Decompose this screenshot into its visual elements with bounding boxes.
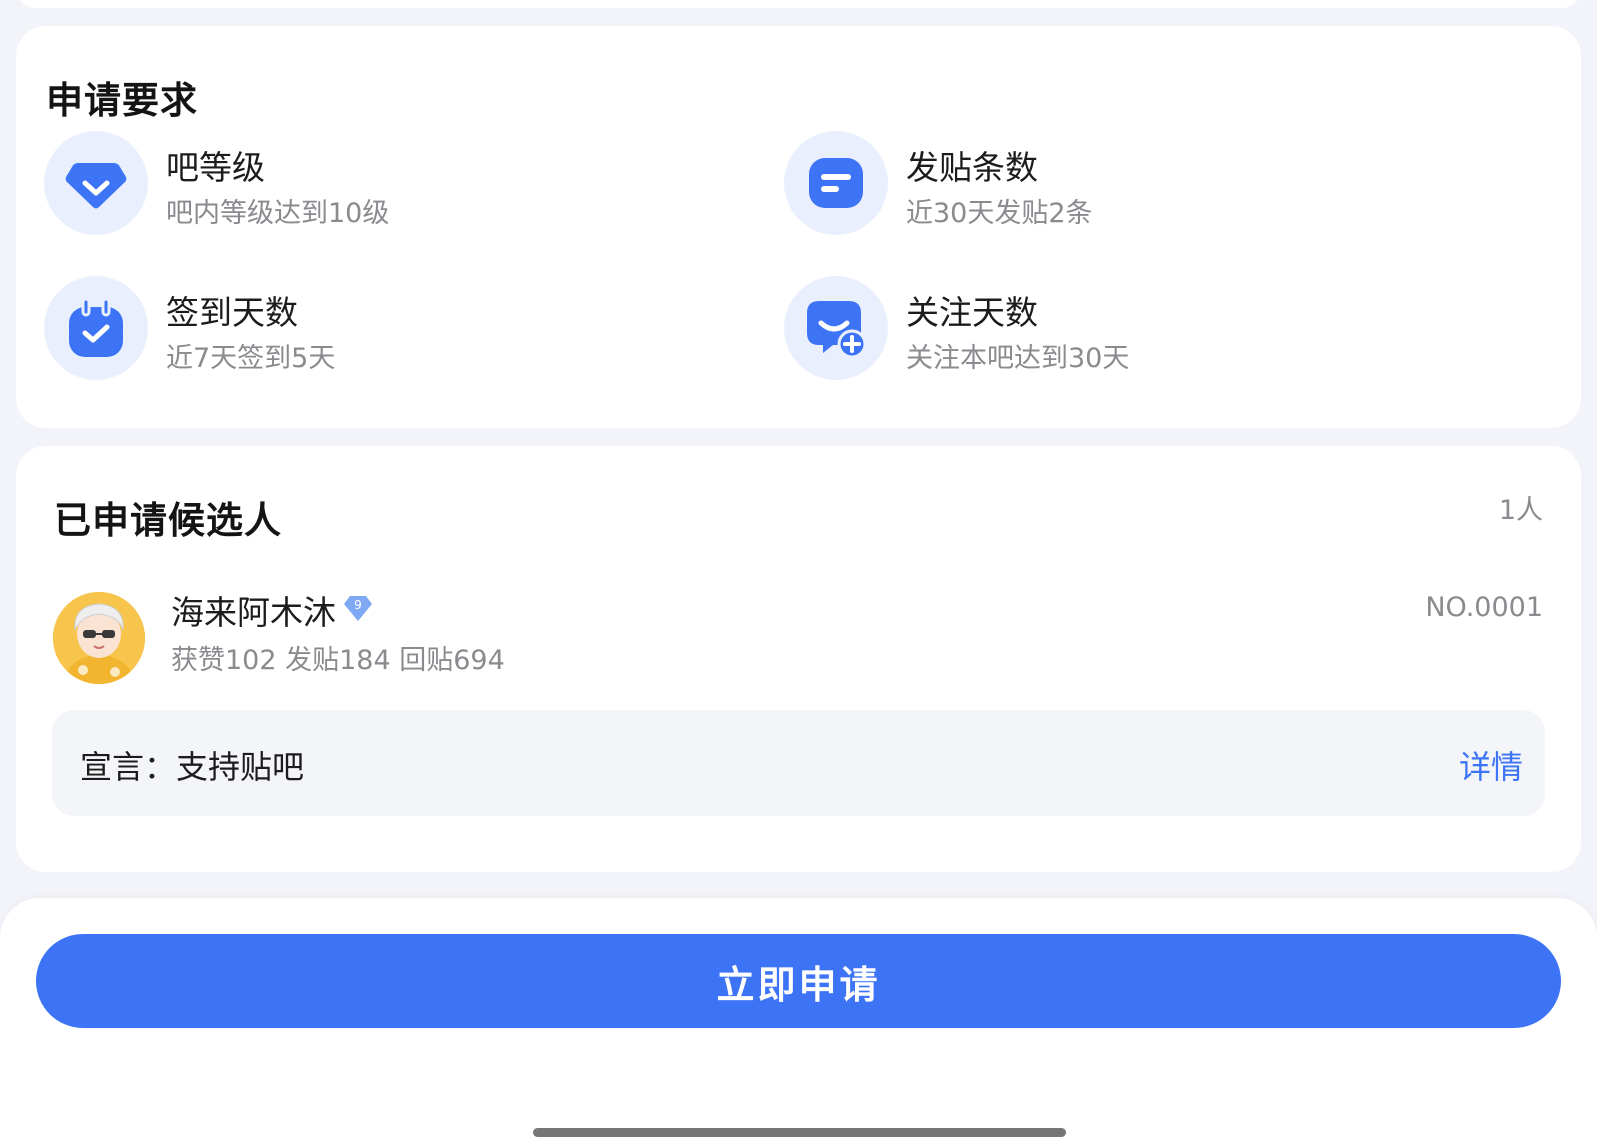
candidates-title: 已申请候选人 (54, 499, 282, 542)
candidate-name[interactable]: 海来阿木沐 (171, 586, 336, 634)
candidate-stats: 获赞102 发贴184 回贴694 (171, 645, 505, 676)
requirement-checkin-days: 签到天数 近7天签到5天 (44, 276, 744, 382)
page: 申请要求 吧等级 吧内等级达到10级 发贴条数 近30天发贴2条 签到天数 近7… (0, 0, 1597, 1142)
level-badge: 9 (342, 592, 374, 624)
candidate-count: 1人 (1498, 495, 1543, 526)
detail-link[interactable]: 详情 (1459, 742, 1523, 788)
requirement-follow-days: 关注天数 关注本吧达到30天 (784, 276, 1484, 382)
requirement-name: 签到天数 (166, 293, 298, 332)
requirement-desc: 吧内等级达到10级 (166, 198, 390, 229)
diamond-check-icon (44, 131, 148, 235)
bottom-action-bar: 立即申请 (0, 898, 1597, 1142)
manifesto-text: 宣言：支持贴吧 (80, 748, 305, 786)
requirements-title: 申请要求 (46, 79, 198, 122)
requirement-name: 关注天数 (906, 293, 1038, 332)
candidate-number: NO.0001 (1425, 592, 1543, 623)
avatar[interactable] (53, 592, 145, 684)
previous-card-edge (16, 0, 1581, 8)
requirement-name: 发贴条数 (906, 148, 1038, 187)
requirement-desc: 关注本吧达到30天 (906, 343, 1130, 374)
requirement-name: 吧等级 (166, 148, 265, 187)
calendar-check-icon (44, 276, 148, 380)
requirement-desc: 近7天签到5天 (166, 343, 336, 374)
manifesto-box[interactable]: 宣言：支持贴吧 详情 (52, 710, 1545, 816)
apply-now-button[interactable]: 立即申请 (36, 934, 1561, 1028)
post-message-icon (784, 131, 888, 235)
requirement-post-count: 发贴条数 近30天发贴2条 (784, 131, 1484, 237)
requirement-bar-level: 吧等级 吧内等级达到10级 (44, 131, 744, 237)
follow-add-icon (784, 276, 888, 380)
requirements-card: 申请要求 吧等级 吧内等级达到10级 发贴条数 近30天发贴2条 签到天数 近7… (16, 26, 1581, 428)
requirement-desc: 近30天发贴2条 (906, 198, 1093, 229)
home-indicator[interactable] (533, 1128, 1066, 1137)
svg-text:9: 9 (354, 598, 362, 612)
candidates-card: 已申请候选人 1人 海来阿木沐 9 获赞102 发贴184 回贴694 NO.0… (16, 446, 1581, 872)
